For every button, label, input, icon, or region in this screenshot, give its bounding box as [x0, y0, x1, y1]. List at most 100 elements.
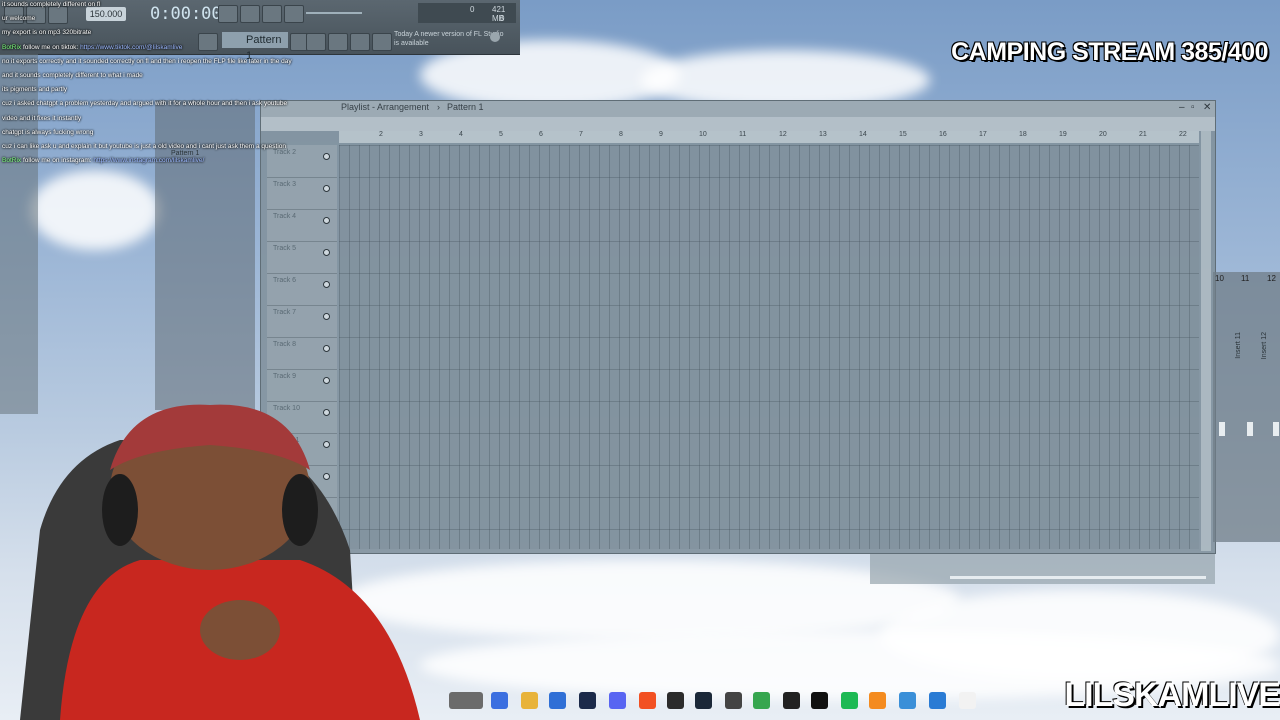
mixer-insert-label[interactable]: Insert 12: [1261, 332, 1268, 359]
chat-link[interactable]: https://www.instagram.com/lilskamlive/: [93, 157, 204, 164]
ruler-tick-label: 11: [739, 131, 747, 138]
track-header[interactable]: Track 6: [267, 273, 337, 306]
track-mute-icon[interactable]: [323, 345, 330, 352]
mixer-fader[interactable]: [1273, 422, 1279, 436]
pattern-selector[interactable]: Pattern 1: [222, 32, 288, 62]
chat-message: ur welcome: [2, 15, 35, 22]
tool-icon[interactable]: [262, 5, 282, 23]
snap-icon[interactable]: [198, 33, 218, 51]
track-mute-icon[interactable]: [323, 217, 330, 224]
close-icon[interactable]: ✕: [1203, 102, 1211, 113]
minimize-icon[interactable]: –: [1179, 102, 1185, 113]
track-header[interactable]: Track 7: [267, 305, 337, 338]
photoshop-icon[interactable]: [579, 692, 596, 709]
notepad-icon[interactable]: [899, 692, 916, 709]
playlist-icon[interactable]: [306, 33, 326, 51]
mixer-scroll-panel: [870, 554, 1215, 584]
track-header[interactable]: Track 4: [267, 209, 337, 242]
store-icon[interactable]: [549, 692, 566, 709]
mixer-insert-label[interactable]: Insert 11: [1235, 332, 1242, 359]
chat-text: it sounds completely different on fl: [2, 1, 101, 8]
track-mute-icon[interactable]: [323, 249, 330, 256]
chat-message: it sounds completely different on fl: [2, 1, 100, 8]
chat-message: its pigments and partly: [2, 86, 67, 93]
track-mute-icon[interactable]: [323, 185, 330, 192]
tool-icon[interactable]: [218, 5, 238, 23]
track-header[interactable]: Track 3: [267, 177, 337, 210]
tempo-display[interactable]: 150.000: [86, 7, 126, 21]
chat-message: BotRix follow me on instagram: https://w…: [2, 157, 204, 164]
track-label: Track 9: [273, 373, 297, 380]
channel-rack-icon[interactable]: [350, 33, 370, 51]
ruler-tick-label: 20: [1099, 131, 1107, 138]
browser-sidebar[interactable]: [0, 54, 38, 414]
ruler-tick-label: 22: [1179, 131, 1187, 138]
app-icon[interactable]: [841, 692, 858, 709]
capcut-icon[interactable]: [811, 692, 828, 709]
fl-studio-icon[interactable]: [869, 692, 886, 709]
file-icon[interactable]: [959, 692, 976, 709]
playlist-pattern-crumb[interactable]: Pattern 1: [447, 102, 484, 112]
maximize-icon[interactable]: ▫: [1191, 102, 1195, 113]
piano-roll-icon[interactable]: [328, 33, 348, 51]
chat-text: no it exports correctly and it sounded c…: [2, 57, 292, 65]
track-header[interactable]: Track 8: [267, 337, 337, 370]
arrangement-grid[interactable]: [339, 145, 1199, 549]
ruler-tick-label: 17: [979, 131, 987, 138]
chat-text: chatgpt is always fucking wrong: [2, 128, 94, 136]
track-label: Track 8: [273, 341, 297, 348]
playlist-title: Playlist - Arrangement: [341, 102, 430, 112]
track-label: Track 4: [273, 213, 297, 220]
taskbar: [445, 688, 985, 714]
update-hint: Today A newer version of FL Studio is av…: [394, 31, 504, 47]
chat-text: cuz i can like ask u and explain it but …: [2, 143, 287, 150]
track-mute-icon[interactable]: [323, 281, 330, 288]
tool-icon[interactable]: [240, 5, 260, 23]
steam-icon[interactable]: [695, 692, 712, 709]
update-icon[interactable]: [490, 32, 500, 42]
ruler-tick-label: 18: [1019, 131, 1027, 138]
playlist-toolbar[interactable]: [261, 117, 1215, 131]
app-icon[interactable]: [725, 692, 742, 709]
record-button[interactable]: [48, 6, 68, 24]
track-label: Track 5: [273, 245, 297, 252]
timeline-ruler[interactable]: 2 3 4 5 6 7 8 9 10 11 12 13 14 15 16 17 18 19 20 21 22: [339, 131, 1199, 143]
search-icon[interactable]: [449, 692, 483, 709]
chat-link[interactable]: https://www.tiktok.com/@lilskamlive: [80, 44, 182, 51]
chat-username[interactable]: BotRix: [2, 44, 21, 51]
discord-icon[interactable]: [609, 692, 626, 709]
copilot-icon[interactable]: [491, 692, 508, 709]
track-label: Track 3: [273, 181, 297, 188]
track-header[interactable]: Track 9: [267, 369, 337, 402]
chat-username[interactable]: BotRix: [2, 157, 21, 164]
vertical-scrollbar[interactable]: [1201, 131, 1211, 551]
photos-icon[interactable]: [929, 692, 946, 709]
ruler-tick-label: 7: [579, 131, 583, 138]
mixer-icon[interactable]: [372, 33, 392, 51]
track-label: Track 2: [273, 149, 297, 156]
app-icon[interactable]: [753, 692, 770, 709]
ruler-tick-label: 16: [939, 131, 947, 138]
ruler-tick-label: 6: [539, 131, 543, 138]
horizontal-scrollbar[interactable]: [950, 576, 1206, 579]
track-mute-icon[interactable]: [323, 153, 330, 160]
app-icon[interactable]: [783, 692, 800, 709]
obs-icon[interactable]: [667, 692, 684, 709]
mixer-fader[interactable]: [1219, 422, 1225, 436]
counter-top: 0: [470, 5, 475, 14]
mixer-fader[interactable]: [1247, 422, 1253, 436]
ruler-tick-label: 14: [859, 131, 867, 138]
track-label: Track 6: [273, 277, 297, 284]
brave-icon[interactable]: [639, 692, 656, 709]
track-mute-icon[interactable]: [323, 313, 330, 320]
folder-icon[interactable]: [521, 692, 538, 709]
webcam-feed: [20, 404, 420, 720]
breadcrumb-arrow: ›: [437, 102, 440, 112]
chat-message: and it sounds completely different to wh…: [2, 72, 143, 79]
master-volume-slider[interactable]: [306, 12, 362, 14]
streamer-brand: LILSKAMLIVE: [1064, 676, 1280, 714]
ruler-tick-label: 12: [779, 131, 787, 138]
tool-icon[interactable]: [284, 5, 304, 23]
track-mute-icon[interactable]: [323, 377, 330, 384]
track-header[interactable]: Track 5: [267, 241, 337, 274]
